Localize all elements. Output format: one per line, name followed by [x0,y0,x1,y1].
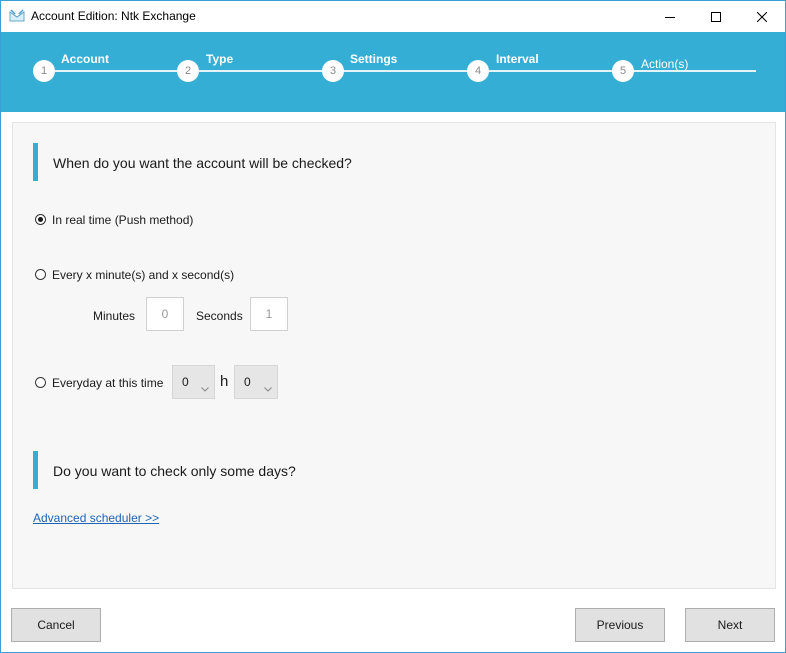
minute-select-value: 0 [244,375,251,389]
wizard-progress: 1 Account 2 Type 3 Settings 4 Interval 5… [1,32,785,112]
section-title-check-time: When do you want the account will be che… [53,155,352,171]
hour-separator: h [220,373,229,390]
minutes-label: Minutes [93,309,136,323]
radio-daily-label[interactable]: Everyday at this time [52,376,163,390]
radio-every-interval-label[interactable]: Every x minute(s) and x second(s) [52,268,234,282]
window-title: Account Edition: Ntk Exchange [31,9,196,23]
previous-button[interactable]: Previous [575,608,665,642]
minute-select[interactable]: 0 [234,365,278,399]
radio-every-interval[interactable] [35,269,46,280]
chevron-down-icon [201,379,209,397]
step-label: Settings [350,52,398,66]
step-number: 1 [33,60,55,82]
step-number: 4 [467,60,489,82]
seconds-label: Seconds [196,309,243,323]
next-button[interactable]: Next [685,608,775,642]
radio-realtime-label[interactable]: In real time (Push method) [52,213,193,227]
radio-daily[interactable] [35,377,46,388]
step-label: Interval [496,52,539,66]
step-number: 2 [177,60,199,82]
minimize-icon[interactable] [647,1,693,32]
seconds-input[interactable]: 1 [250,297,288,331]
wizard-window: Account Edition: Ntk Exchange 1 Account … [0,0,786,653]
step-number: 5 [612,60,634,82]
step-number: 3 [322,60,344,82]
chevron-down-icon [264,379,272,397]
radio-realtime[interactable] [35,214,46,225]
step-label: Account [61,52,109,66]
advanced-scheduler-link[interactable]: Advanced scheduler >> [33,511,159,525]
section-title-days: Do you want to check only some days? [53,463,296,479]
step-label: Action(s) [641,57,689,71]
maximize-icon[interactable] [693,1,739,32]
section-accent-bar [33,451,38,489]
hour-select[interactable]: 0 [172,365,215,399]
close-icon[interactable] [739,1,785,32]
envelope-app-icon [9,9,25,23]
step-label: Type [206,52,234,66]
hour-select-value: 0 [182,375,189,389]
title-bar[interactable]: Account Edition: Ntk Exchange [1,1,785,32]
cancel-button[interactable]: Cancel [11,608,101,642]
section-accent-bar [33,143,38,181]
minutes-input[interactable]: 0 [146,297,184,331]
interval-panel: When do you want the account will be che… [12,122,776,589]
